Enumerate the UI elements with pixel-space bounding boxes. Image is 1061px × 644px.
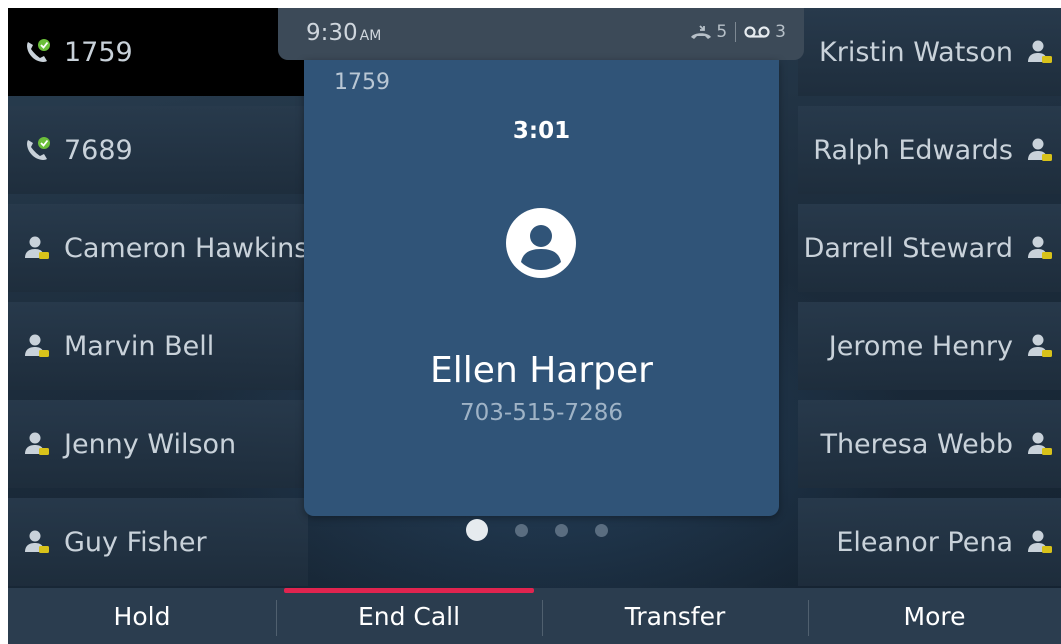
page-dot[interactable] bbox=[595, 524, 608, 537]
contact-icon bbox=[1028, 236, 1052, 259]
phone-screen: 1759 7689 Cameron Hawkins Marvin Bell Je… bbox=[8, 8, 1061, 644]
contact-icon bbox=[1028, 40, 1052, 63]
line-key-label: Jerome Henry bbox=[828, 330, 1013, 362]
caller-name: Ellen Harper bbox=[430, 350, 653, 391]
contact-icon bbox=[25, 334, 49, 357]
line-key-label: Ralph Edwards bbox=[813, 134, 1013, 166]
phone-active-icon bbox=[27, 137, 50, 160]
clock-time: 9:30 bbox=[306, 20, 358, 46]
line-key-left-3[interactable]: Cameron Hawkins bbox=[8, 204, 308, 292]
softkey-label: More bbox=[903, 601, 966, 631]
contact-icon bbox=[25, 530, 49, 553]
call-line-number: 1759 bbox=[334, 70, 390, 95]
missed-call-icon bbox=[691, 25, 712, 39]
clock: 9:30 AM bbox=[306, 20, 381, 46]
line-key-right-3[interactable]: Darrell Steward bbox=[798, 204, 1061, 292]
voicemail-icon bbox=[744, 26, 770, 38]
line-key-left-4[interactable]: Marvin Bell bbox=[8, 302, 308, 390]
softkey-label: Transfer bbox=[624, 601, 726, 631]
status-counts: 5 3 bbox=[690, 22, 786, 42]
line-key-right-5[interactable]: Theresa Webb bbox=[798, 400, 1061, 488]
line-key-label: 7689 bbox=[64, 134, 133, 166]
line-key-label: Darrell Steward bbox=[803, 232, 1013, 264]
line-key-label: Theresa Webb bbox=[820, 428, 1013, 460]
contact-icon bbox=[1028, 432, 1052, 455]
line-key-left-6[interactable]: Guy Fisher bbox=[8, 498, 308, 586]
contact-icon bbox=[25, 432, 49, 455]
call-duration: 3:01 bbox=[512, 118, 571, 144]
contact-icon bbox=[25, 236, 49, 259]
contact-icon bbox=[1028, 530, 1052, 553]
contact-icon bbox=[1028, 334, 1052, 357]
end-call-button[interactable]: End Call bbox=[276, 588, 542, 644]
line-key-label: Eleanor Pena bbox=[836, 526, 1013, 558]
softkey-label: End Call bbox=[357, 601, 461, 631]
status-divider bbox=[735, 22, 737, 42]
line-key-label: Marvin Bell bbox=[64, 330, 215, 362]
line-key-left-5[interactable]: Jenny Wilson bbox=[8, 400, 308, 488]
line-key-right-2[interactable]: Ralph Edwards bbox=[798, 106, 1061, 194]
line-key-label: Jenny Wilson bbox=[64, 428, 237, 460]
phone-active-icon bbox=[27, 39, 50, 62]
person-avatar-icon bbox=[506, 208, 576, 278]
hold-button[interactable]: Hold bbox=[8, 588, 276, 644]
softkey-label: Hold bbox=[113, 601, 171, 631]
missed-calls-count: 5 bbox=[716, 22, 728, 42]
line-key-label: Kristin Watson bbox=[819, 36, 1013, 68]
clock-ampm: AM bbox=[359, 28, 382, 44]
line-key-right-4[interactable]: Jerome Henry bbox=[798, 302, 1061, 390]
page-dot[interactable] bbox=[555, 524, 568, 537]
active-call-card[interactable]: 1759 3:01 Ellen Harper 703-515-7286 bbox=[304, 60, 779, 516]
page-indicator bbox=[466, 519, 608, 541]
line-key-right-6[interactable]: Eleanor Pena bbox=[798, 498, 1061, 586]
line-key-label: Guy Fisher bbox=[64, 526, 207, 558]
line-key-label: 1759 bbox=[64, 36, 133, 68]
softkey-bar: Hold End Call Transfer More bbox=[8, 588, 1061, 644]
status-bar: 9:30 AM 5 3 bbox=[278, 8, 804, 60]
line-key-left-2[interactable]: 7689 bbox=[8, 106, 308, 194]
line-key-right-1[interactable]: Kristin Watson bbox=[798, 8, 1061, 96]
page-dot[interactable] bbox=[515, 524, 528, 537]
transfer-button[interactable]: Transfer bbox=[542, 588, 808, 644]
voicemail-count: 3 bbox=[775, 22, 786, 42]
selected-underline bbox=[284, 588, 534, 593]
contact-icon bbox=[1028, 138, 1052, 161]
line-key-left-1[interactable]: 1759 bbox=[8, 8, 308, 96]
caller-number: 703-515-7286 bbox=[460, 400, 623, 426]
page-dot-active[interactable] bbox=[466, 519, 488, 541]
line-key-label: Cameron Hawkins bbox=[64, 232, 309, 264]
more-button[interactable]: More bbox=[808, 588, 1061, 644]
